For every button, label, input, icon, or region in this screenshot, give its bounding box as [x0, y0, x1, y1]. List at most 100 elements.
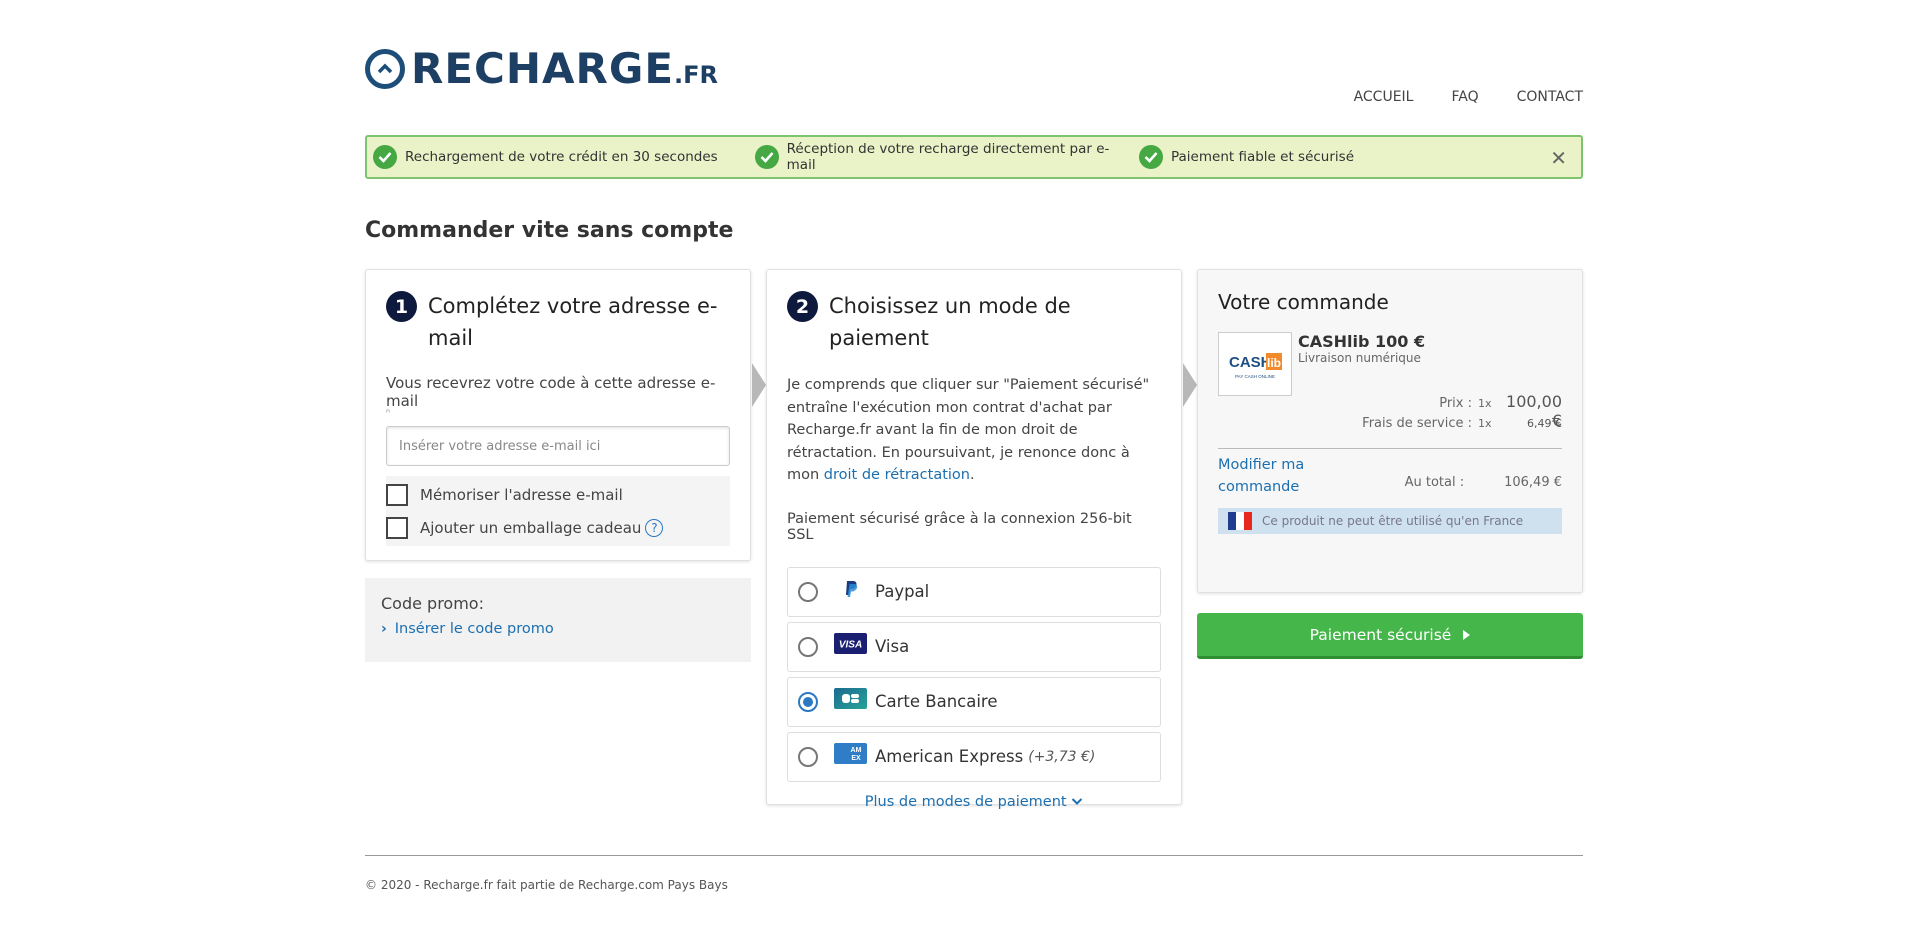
- order-summary-box: Votre commande CASH lib PAY CASH ONLINE …: [1197, 269, 1583, 593]
- order-product: CASH lib PAY CASH ONLINE CASHlib 100 € L…: [1218, 332, 1562, 396]
- radio-button-selected[interactable]: [798, 691, 818, 712]
- product-delivery: Livraison numérique: [1298, 351, 1421, 365]
- email-input[interactable]: [386, 426, 730, 466]
- step-number: 2: [787, 291, 818, 322]
- promo-label: Code promo:: [381, 594, 484, 613]
- page-title: Commander vite sans compte: [365, 218, 734, 243]
- step-title: Complétez votre adresse e-mail: [428, 294, 718, 350]
- remember-email-checkbox[interactable]: [386, 483, 408, 506]
- footer-divider: [365, 855, 1583, 856]
- nav-accueil[interactable]: ACCUEIL: [1354, 89, 1414, 105]
- radio-button[interactable]: [798, 581, 818, 602]
- promo-code-link[interactable]: › Insérer le code promo: [381, 621, 554, 637]
- logo[interactable]: RECHARGE.FR: [365, 44, 718, 93]
- more-payment-methods-link[interactable]: Plus de modes de paiement: [787, 794, 1161, 810]
- france-note-text: Ce produit ne peut être utilisé qu'en Fr…: [1262, 514, 1524, 528]
- promo-box: Code promo: › Insérer le code promo: [365, 578, 751, 662]
- france-flag-icon: [1228, 512, 1252, 530]
- price-label: Prix :: [1439, 396, 1472, 411]
- footer-text: © 2020 - Recharge.fr fait partie de Rech…: [365, 878, 728, 892]
- payment-method-visa[interactable]: VISA Visa: [787, 621, 1161, 672]
- thumb-tagline: PAY CASH ONLINE: [1235, 374, 1275, 379]
- fee-label: Frais de service :: [1362, 416, 1472, 431]
- total-label: Au total :: [1404, 475, 1465, 490]
- payment-method-carte-bancaire[interactable]: Carte Bancaire: [787, 676, 1161, 727]
- payment-step-box: 2 Choisissez un mode de paiement Je comp…: [766, 269, 1182, 810]
- main-nav: ACCUEIL FAQ CONTACT: [1354, 89, 1583, 105]
- payment-method-label: Paypal: [875, 582, 930, 601]
- carte-bancaire-icon: [834, 688, 867, 710]
- nav-faq[interactable]: FAQ: [1451, 89, 1478, 105]
- payment-method-amex[interactable]: AM EX American Express (+3,73 €): [787, 731, 1161, 782]
- logo-chevron-icon: [365, 48, 405, 89]
- logo-tld: .FR: [674, 61, 719, 89]
- payment-method-label: Carte Bancaire: [875, 692, 998, 711]
- order-title: Votre commande: [1218, 290, 1389, 314]
- total-value: 106,49 €: [1504, 475, 1562, 490]
- payment-methods: Paypal VISA Visa Carte Bancaire AM EX Am…: [787, 566, 1161, 782]
- step-heading: 2 Choisissez un mode de paiement: [787, 290, 1161, 354]
- nav-contact[interactable]: CONTACT: [1517, 89, 1583, 105]
- paypal-icon: [834, 578, 867, 600]
- email-step-box: 1 Complétez votre adresse e-mail Vous re…: [365, 269, 751, 561]
- logo-text: RECHARGE.FR: [411, 44, 718, 93]
- remember-email-label: Mémoriser l'adresse e-mail: [420, 485, 623, 504]
- visa-icon: VISA: [834, 633, 867, 655]
- chevron-right-icon: ›: [381, 621, 387, 637]
- gift-wrap-checkbox[interactable]: [386, 516, 408, 539]
- usp-text: Rechargement de votre crédit en 30 secon…: [405, 149, 718, 165]
- modify-order-link[interactable]: Modifier ma commande: [1218, 455, 1308, 498]
- product-name: CASHlib 100 €: [1298, 332, 1426, 351]
- fee-row: Frais de service : 1x 6,49 €: [1218, 416, 1562, 440]
- email-options: Mémoriser l'adresse e-mail Ajouter un em…: [386, 476, 730, 546]
- radio-button[interactable]: [798, 636, 818, 657]
- step-arrow-icon: [752, 363, 766, 407]
- product-thumbnail: CASH lib PAY CASH ONLINE: [1218, 332, 1292, 396]
- total-row: Modifier ma commande Au total : 106,49 €: [1218, 455, 1562, 498]
- radio-button[interactable]: [798, 746, 818, 767]
- payment-method-label: Visa: [875, 637, 910, 656]
- check-circle-icon: [373, 145, 397, 169]
- usp-item: Paiement fiable et sécurisé: [1139, 145, 1354, 169]
- step-heading: 1 Complétez votre adresse e-mail: [386, 290, 730, 354]
- ssl-note: Paiement sécurisé grâce à la connexion 2…: [787, 510, 1132, 543]
- email-hint-mark: ⁿ: [386, 408, 390, 419]
- usp-item: Rechargement de votre crédit en 30 secon…: [373, 145, 749, 169]
- usp-banner: Rechargement de votre crédit en 30 secon…: [365, 135, 1583, 179]
- usp-text: Réception de votre recharge directement …: [786, 141, 1110, 173]
- payment-surcharge: (+3,73 €): [1028, 748, 1096, 765]
- order-total: Au total : 106,49 €: [1405, 475, 1562, 498]
- withdrawal-right-link[interactable]: droit de rétractation: [824, 467, 970, 483]
- usp-text: Paiement fiable et sécurisé: [1171, 149, 1355, 165]
- amex-icon: AM EX: [834, 743, 867, 765]
- payment-method-label: American Express: [875, 747, 1024, 766]
- chevron-down-icon: [1071, 794, 1083, 810]
- step-arrow-icon: [1183, 363, 1197, 407]
- svg-text:lib: lib: [1267, 356, 1281, 370]
- price-qty: 1x: [1478, 397, 1492, 410]
- svg-text:EX: EX: [851, 755, 861, 762]
- check-circle-icon: [1139, 145, 1163, 169]
- gift-wrap-label: Ajouter un emballage cadeau: [420, 518, 642, 537]
- payment-method-paypal[interactable]: Paypal: [787, 566, 1161, 617]
- thumb-brand: CASH: [1229, 354, 1272, 371]
- help-icon[interactable]: ?: [645, 518, 664, 537]
- divider: [1218, 448, 1562, 449]
- close-icon[interactable]: ✕: [1550, 146, 1567, 170]
- price-breakdown: Prix : 1x 100,00 € Frais de service : 1x…: [1218, 392, 1562, 440]
- gift-wrap-option[interactable]: Ajouter un emballage cadeau ?: [386, 511, 730, 544]
- more-payment-methods-text: Plus de modes de paiement: [864, 793, 1067, 810]
- promo-link-text: Insérer le code promo: [394, 621, 554, 637]
- step-number: 1: [386, 291, 417, 322]
- step-title: Choisissez un mode de paiement: [829, 294, 1071, 350]
- secure-payment-button[interactable]: Paiement sécurisé: [1197, 613, 1583, 659]
- svg-text:AM: AM: [851, 747, 862, 754]
- secure-payment-label: Paiement sécurisé: [1309, 625, 1452, 644]
- product-info: CASHlib 100 € Livraison numérique: [1298, 332, 1425, 396]
- france-only-notice: Ce produit ne peut être utilisé qu'en Fr…: [1218, 508, 1562, 534]
- play-arrow-icon: [1463, 629, 1471, 640]
- remember-email-option[interactable]: Mémoriser l'adresse e-mail: [386, 478, 730, 511]
- usp-item: Réception de votre recharge directement …: [755, 141, 1133, 173]
- fee-qty: 1x: [1478, 417, 1492, 430]
- logo-main: RECHARGE: [411, 44, 675, 93]
